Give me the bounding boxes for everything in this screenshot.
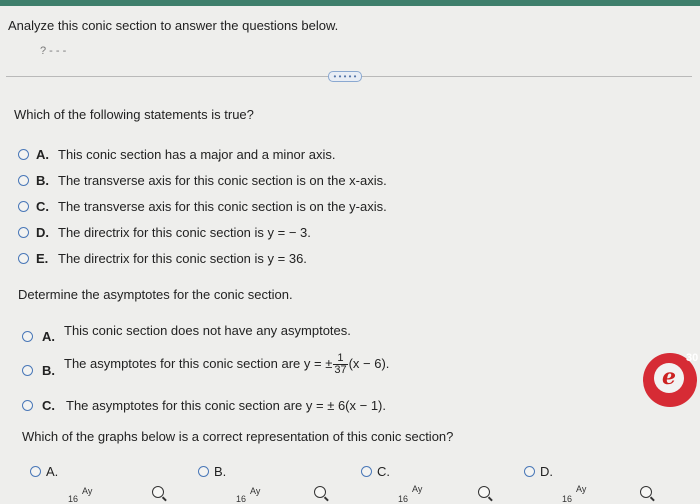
question-2-prompt: Determine the asymptotes for the conic s… <box>18 287 293 302</box>
option-letter: B. <box>36 173 49 188</box>
option-text-with-fraction: The asymptotes for this conic section ar… <box>64 353 389 376</box>
zoom-icon[interactable] <box>314 486 326 498</box>
option-letter: A. <box>46 464 59 479</box>
option-letter: E. <box>36 251 49 266</box>
option-letter: C. <box>42 398 55 413</box>
fraction-denominator: 37 <box>334 364 347 376</box>
option-text-after: (x − 6). <box>348 355 390 371</box>
radio-button[interactable] <box>22 365 33 376</box>
option-letter: D. <box>540 464 553 479</box>
radio-button[interactable] <box>18 227 29 238</box>
instruction-text: Analyze this conic section to answer the… <box>8 18 339 33</box>
option-letter: A. <box>36 147 49 162</box>
radio-button[interactable] <box>524 466 535 477</box>
option-letter: C. <box>36 199 49 214</box>
question-1-prompt: Which of the following statements is tru… <box>14 107 254 122</box>
radio-button[interactable] <box>22 331 33 342</box>
graph-y-axis-label: Ay <box>576 484 587 494</box>
conic-image-placeholder: ? - - - <box>40 45 67 57</box>
question-3-prompt: Which of the graphs below is a correct r… <box>22 429 454 444</box>
option-text: The directrix for this conic section is … <box>58 225 311 240</box>
option-letter: B. <box>214 464 227 479</box>
zoom-icon[interactable] <box>640 486 652 498</box>
option-text: The transverse axis for this conic secti… <box>58 173 387 188</box>
radio-button[interactable] <box>18 149 29 160</box>
graph-y-axis-label: Ay <box>412 484 423 494</box>
radio-button[interactable] <box>18 253 29 264</box>
option-letter: A. <box>42 329 55 344</box>
expand-more-button[interactable]: • • • • • <box>328 71 362 82</box>
radio-button[interactable] <box>18 175 29 186</box>
option-text: The directrix for this conic section is … <box>58 251 307 266</box>
option-text: The asymptotes for this conic section ar… <box>66 398 386 413</box>
option-text: This conic section does not have any asy… <box>64 323 351 338</box>
option-text-before: The asymptotes for this conic section ar… <box>64 355 333 371</box>
option-text: The transverse axis for this conic secti… <box>58 199 387 214</box>
app-logo-icon: e <box>654 363 684 393</box>
top-accent-bar <box>0 0 700 6</box>
fraction: 1 37 <box>333 353 348 376</box>
zoom-icon[interactable] <box>152 486 164 498</box>
option-letter: C. <box>377 464 390 479</box>
graph-y-axis-label: Ay <box>82 486 93 496</box>
option-text: This conic section has a major and a min… <box>58 147 336 162</box>
option-letter: B. <box>42 363 55 378</box>
graph-y-axis-label: Ay <box>250 486 261 496</box>
radio-button[interactable] <box>22 400 33 411</box>
zoom-icon[interactable] <box>478 486 490 498</box>
radio-button[interactable] <box>30 466 41 477</box>
radio-button[interactable] <box>198 466 209 477</box>
badge-count: 30 <box>686 352 699 364</box>
option-letter: D. <box>36 225 49 240</box>
radio-button[interactable] <box>361 466 372 477</box>
radio-button[interactable] <box>18 201 29 212</box>
